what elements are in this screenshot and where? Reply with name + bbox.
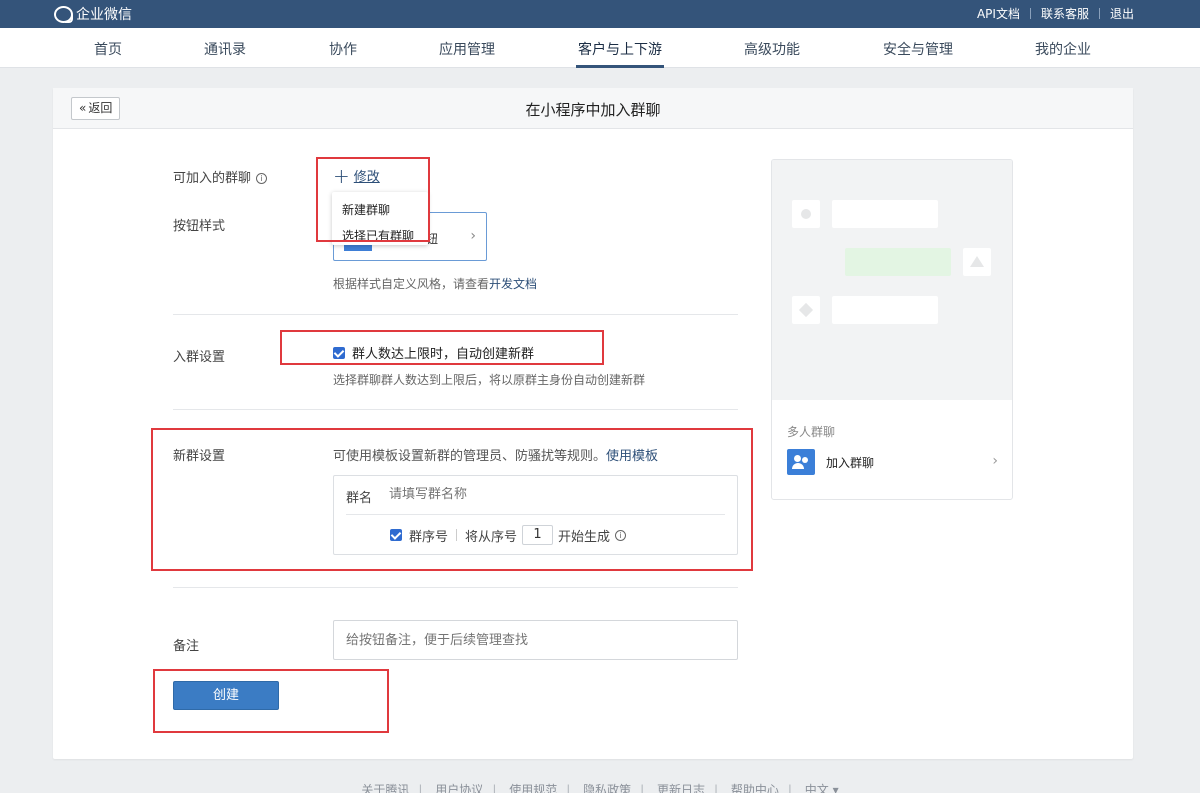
footer-link-usage-rules[interactable]: 使用规范 — [509, 783, 557, 793]
avatar — [792, 200, 820, 228]
footer-link-privacy[interactable]: 隐私政策 — [583, 783, 631, 793]
button-style-label: 按钮样式 — [173, 219, 226, 234]
panel-header: « 返回 在小程序中加入群聊 — [53, 88, 1133, 129]
nav-item-customers[interactable]: 客户与上下游 — [578, 39, 662, 59]
nav-item-my-enterprise[interactable]: 我的企业 — [1035, 39, 1091, 59]
footer-link-help[interactable]: 帮助中心 — [731, 783, 779, 793]
modify-dropdown-menu: 新建群聊 选择已有群聊 — [332, 192, 428, 245]
footer-link-about[interactable]: 关于腾讯 — [361, 783, 409, 793]
join-settings-label: 入群设置 — [173, 350, 226, 365]
section-divider — [173, 409, 738, 410]
chat-preview — [772, 160, 1012, 400]
use-template-link[interactable]: 使用模板 — [606, 449, 658, 464]
preview-join-group-card: 加入群聊 — [787, 449, 874, 475]
group-serial-label: 群序号 — [409, 529, 449, 545]
page-title: 在小程序中加入群聊 — [525, 101, 661, 119]
chat-bubble-self — [845, 248, 951, 276]
group-name-input[interactable] — [389, 487, 689, 502]
preview-card-label: 加入群聊 — [826, 455, 875, 470]
dev-docs-link[interactable]: 开发文档 — [489, 277, 537, 291]
footer-language-select[interactable]: 中文 ▾ — [805, 783, 839, 793]
logo-text: 企业微信 — [76, 7, 132, 23]
active-tab-indicator — [576, 65, 664, 68]
avatar — [792, 296, 820, 324]
footer: 关于腾讯 | 用户协议 | 使用规范 | 隐私政策 | 更新日志 | 帮助中心 | 中文 ▾ — [0, 781, 1200, 793]
serial-start-suffix: 开始生成 — [558, 529, 611, 545]
top-links: API文档 联系客服 退出 — [977, 5, 1134, 22]
footer-link-changelog[interactable]: 更新日志 — [657, 783, 705, 793]
phone-preview: 多人群聊 加入群聊 › — [771, 159, 1013, 500]
main-nav: 首页 通讯录 协作 应用管理 客户与上下游 高级功能 安全与管理 我的企业 — [0, 28, 1200, 68]
divider — [456, 529, 458, 541]
joinable-group-label-text: 可加入的群聊 — [173, 171, 252, 186]
auto-create-option[interactable]: 群人数达上限时，自动创建新群 — [333, 343, 534, 362]
nav-item-collaboration[interactable]: 协作 — [329, 39, 357, 59]
info-icon[interactable]: i — [615, 529, 627, 541]
modify-label: 修改 — [353, 170, 380, 185]
nav-item-advanced[interactable]: 高级功能 — [744, 39, 800, 59]
remark-label: 备注 — [173, 639, 200, 654]
dropdown-item-existing-group[interactable]: 选择已有群聊 — [342, 227, 414, 244]
contact-support-link[interactable]: 联系客服 — [1041, 5, 1089, 22]
joinable-group-label: 可加入的群聊 i — [173, 167, 268, 186]
avatar — [963, 248, 991, 276]
new-group-settings-label: 新群设置 — [173, 449, 226, 464]
auto-create-hint: 选择群聊群人数达到上限后，将以原群主身份自动创建新群 — [333, 373, 646, 387]
group-icon — [787, 449, 815, 475]
chat-bubble — [832, 296, 938, 324]
chevron-right-icon: › — [992, 453, 998, 469]
nav-item-home[interactable]: 首页 — [94, 39, 122, 59]
top-bar: 企业微信 API文档 联系客服 退出 — [0, 0, 1200, 28]
content-panel: « 返回 在小程序中加入群聊 可加入的群聊 i + 修改 按钮样式 钮 › 新建群… — [53, 88, 1133, 759]
wecom-logo-icon — [54, 6, 73, 23]
new-group-hint-text: 可使用模板设置新群的管理员、防骚扰等规则。 — [333, 449, 607, 464]
button-style-swatch — [344, 245, 372, 251]
preview-section-title: 多人群聊 — [787, 425, 836, 439]
section-divider — [173, 314, 738, 315]
create-button[interactable]: 创建 — [173, 681, 279, 710]
divider — [1098, 8, 1100, 19]
divider — [346, 514, 725, 515]
new-group-hint: 可使用模板设置新群的管理员、防骚扰等规则。使用模板 — [333, 445, 658, 464]
group-name-label: 群名 — [346, 491, 373, 506]
chat-bubble — [832, 200, 938, 228]
nav-item-security[interactable]: 安全与管理 — [883, 39, 953, 59]
plus-icon: + — [333, 163, 350, 188]
serial-start-input[interactable]: 1 — [522, 525, 554, 545]
dropdown-item-new-group[interactable]: 新建群聊 — [342, 201, 390, 218]
serial-start-prefix: 将从序号 — [465, 529, 518, 545]
remark-input[interactable] — [333, 620, 738, 660]
divider — [1029, 8, 1031, 19]
nav-item-app-management[interactable]: 应用管理 — [439, 39, 495, 59]
style-hint-text: 根据样式自定义风格，请查看 — [333, 277, 490, 291]
logo[interactable]: 企业微信 — [54, 4, 132, 24]
group-serial-row: 群序号 将从序号 1 开始生成 i — [390, 525, 627, 545]
modify-button[interactable]: + 修改 — [333, 163, 380, 188]
nav-item-contacts[interactable]: 通讯录 — [204, 39, 246, 59]
info-icon[interactable]: i — [256, 173, 268, 184]
footer-link-user-agreement[interactable]: 用户协议 — [435, 783, 483, 793]
group-serial-checkbox[interactable] — [390, 529, 402, 541]
logout-link[interactable]: 退出 — [1110, 5, 1134, 22]
auto-create-label: 群人数达上限时，自动创建新群 — [352, 347, 535, 362]
chevron-right-icon: › — [470, 228, 476, 244]
section-divider — [173, 587, 738, 588]
auto-create-checkbox[interactable] — [333, 346, 345, 359]
style-hint: 根据样式自定义风格，请查看开发文档 — [333, 275, 537, 292]
api-docs-link[interactable]: API文档 — [977, 5, 1020, 22]
new-group-settings-box: 群名 群序号 将从序号 1 开始生成 i — [333, 475, 738, 555]
